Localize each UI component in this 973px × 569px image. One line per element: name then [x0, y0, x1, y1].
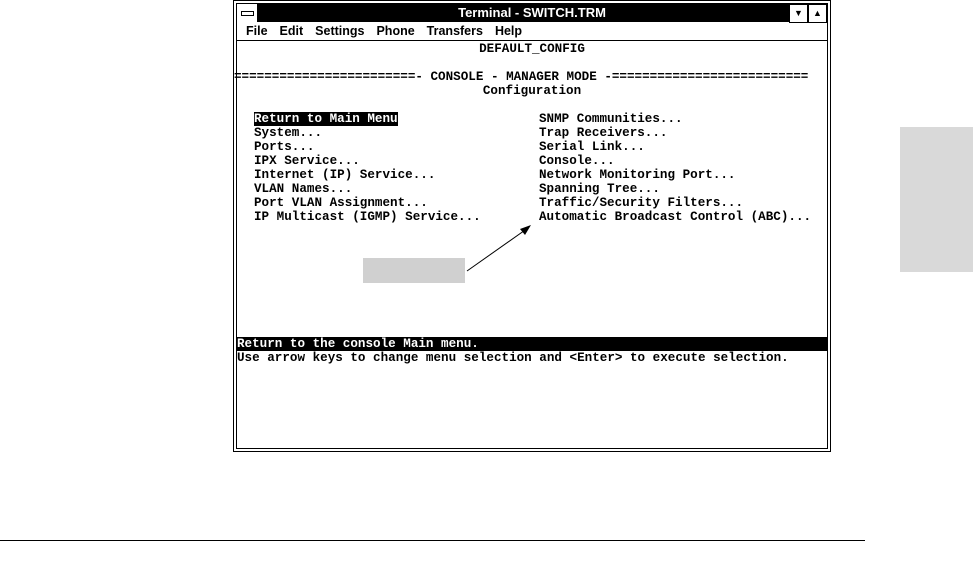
page-rule	[0, 540, 865, 541]
callout-arrow	[466, 225, 531, 272]
